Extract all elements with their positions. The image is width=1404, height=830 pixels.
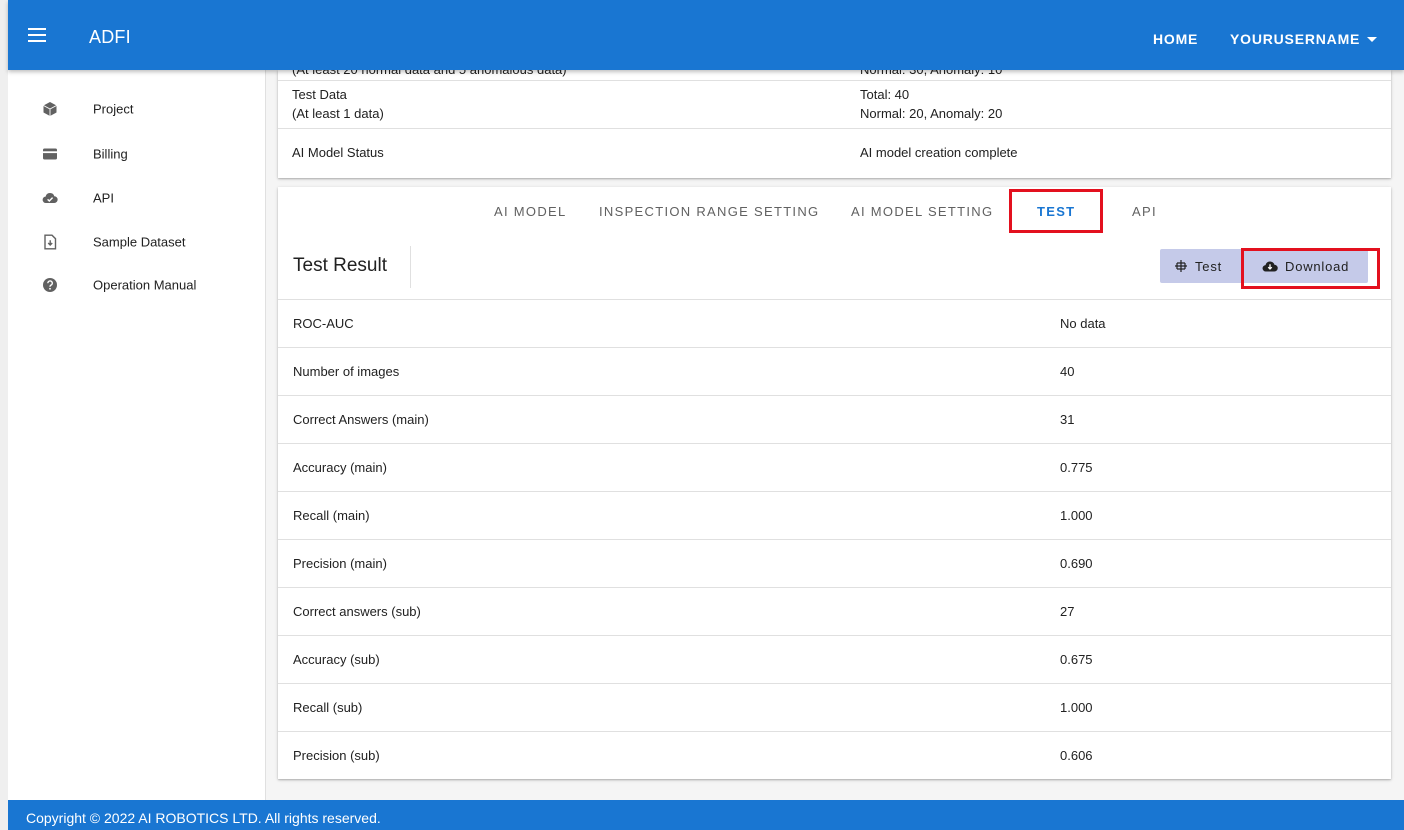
test-data-row: Test Data (At least 1 data) Total: 40 No… [278,81,1391,129]
test-result-card: AI MODEL INSPECTION RANGE SETTING AI MOD… [278,187,1391,779]
user-menu-button[interactable]: YOURUSERNAME [1230,31,1378,47]
credit-card-icon [43,148,57,160]
metric-value: 1.000 [1060,700,1093,715]
info-label: Test Data [292,87,347,102]
nav-home-link[interactable]: HOME [1153,31,1198,47]
tab-ai-model[interactable]: AI MODEL [494,204,567,219]
tab-bar: AI MODEL INSPECTION RANGE SETTING AI MOD… [278,187,1391,235]
page-edge [0,0,8,830]
test-result-table: ROC-AUC No data Number of images 40 Correc… [278,299,1391,780]
cloud-check-icon [42,193,58,204]
menu-icon[interactable] [28,28,46,42]
tab-api[interactable]: API [1132,204,1157,219]
metric-value: 0.606 [1060,748,1093,763]
sidebar-item-label: API [93,190,114,206]
metric-label: Recall (sub) [293,700,363,715]
metric-label: Accuracy (main) [293,460,387,475]
app-title[interactable]: ADFI [89,27,131,48]
project-info-card: (At least 20 normal data and 5 anomalous… [278,70,1391,178]
table-row: Correct Answers (main) 31 [278,396,1391,444]
metric-value: No data [1060,316,1106,331]
caret-down-icon [1367,37,1378,42]
table-row: Recall (main) 1.000 [278,492,1391,540]
table-row: Recall (sub) 1.000 [278,684,1391,732]
footer: Copyright © 2022 AI ROBOTICS LTD. All ri… [8,800,1404,830]
metric-value: 0.775 [1060,460,1093,475]
training-data-row: (At least 20 normal data and 5 anomalous… [278,70,1391,81]
test-button[interactable]: Test [1160,249,1242,283]
tab-test[interactable]: TEST [1037,204,1075,219]
metric-label: Number of images [293,364,400,379]
copyright-text: Copyright © 2022 AI ROBOTICS LTD. All ri… [26,810,381,826]
tab-ai-model-setting[interactable]: AI MODEL SETTING [851,204,993,219]
table-row: Number of images 40 [278,348,1391,396]
table-row: Correct answers (sub) 27 [278,588,1391,636]
sidebar-item-project[interactable]: Project [8,91,266,127]
file-download-icon [44,234,57,250]
info-value: Normal: 30, Anomaly: 10 [860,70,1002,79]
table-row: ROC-AUC No data [278,300,1391,348]
info-value-sub: Normal: 20, Anomaly: 20 [860,106,1003,121]
table-row: Precision (sub) 0.606 [278,732,1391,780]
metric-label: Recall (main) [293,508,370,523]
page-title: Test Result [293,255,387,276]
table-row: Accuracy (sub) 0.675 [278,636,1391,684]
table-row: Accuracy (main) 0.775 [278,444,1391,492]
info-label: AI Model Status [292,145,384,160]
sidebar-item-operation-manual[interactable]: Operation Manual [8,267,266,303]
sidebar-item-label: Billing [93,146,128,162]
network-icon [1175,260,1187,272]
metric-label: Correct Answers (main) [293,412,429,427]
metric-value: 31 [1060,412,1075,427]
metric-label: Precision (main) [293,556,387,571]
metric-value: 40 [1060,364,1075,379]
info-label: (At least 20 normal data and 5 anomalous… [292,70,567,79]
test-button-label: Test [1195,259,1223,274]
active-tab-indicator [1010,231,1102,233]
info-value: AI model creation complete [860,145,1018,160]
sidebar: Project Billing API Sample Dataset Opera… [8,70,266,800]
app-bar: ADFI HOME YOURUSERNAME [8,0,1404,70]
download-button[interactable]: Download [1242,249,1368,283]
ai-model-status-row: AI Model Status AI model creation comple… [278,129,1391,178]
metric-value: 0.690 [1060,556,1093,571]
metric-value: 1.000 [1060,508,1093,523]
cube-icon [43,102,57,116]
metric-label: Correct answers (sub) [293,604,421,619]
metric-label: Accuracy (sub) [293,652,380,667]
sidebar-item-label: Operation Manual [93,277,197,293]
metric-label: Precision (sub) [293,748,380,763]
sidebar-item-label: Project [93,101,134,117]
metric-value: 27 [1060,604,1075,619]
sidebar-item-sample-dataset[interactable]: Sample Dataset [8,224,266,260]
info-value: Total: 40 [860,87,910,102]
sidebar-item-label: Sample Dataset [93,234,186,250]
metric-value: 0.675 [1060,652,1093,667]
sidebar-item-billing[interactable]: Billing [8,136,266,172]
sidebar-item-api[interactable]: API [8,180,266,216]
tab-inspection-range-setting[interactable]: INSPECTION RANGE SETTING [599,204,819,219]
download-button-label: Download [1285,259,1350,274]
metric-label: ROC-AUC [293,316,354,331]
title-divider [410,246,411,288]
table-row: Precision (main) 0.690 [278,540,1391,588]
cloud-download-icon [1262,261,1278,272]
info-label-sub: (At least 1 data) [292,106,384,121]
user-menu-label: YOURUSERNAME [1230,31,1361,47]
help-circle-icon [43,278,57,292]
